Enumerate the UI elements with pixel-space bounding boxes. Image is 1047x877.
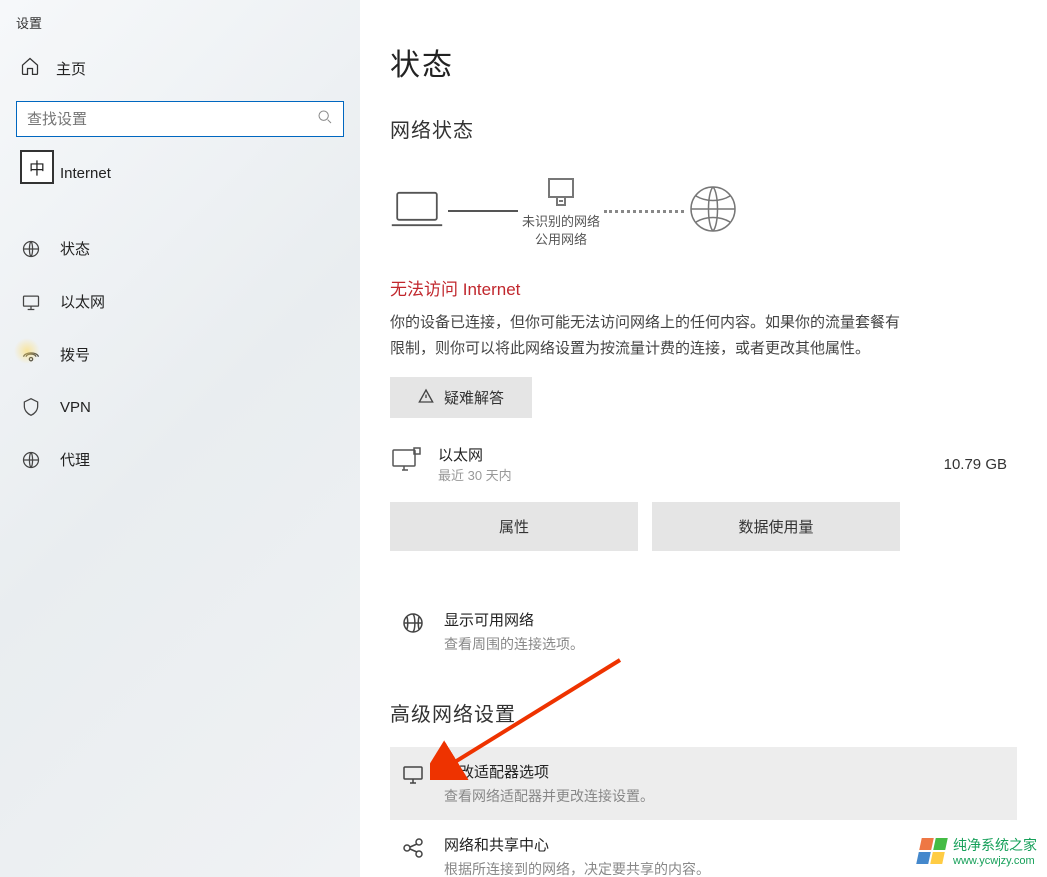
home-icon [20, 56, 40, 81]
proxy-icon [20, 450, 42, 470]
category-label: Internet [0, 147, 360, 192]
watermark-url: www.ycwjzy.com [953, 855, 1037, 867]
adapter-options-text: 更改适配器选项 查看网络适配器并更改连接设置。 [444, 761, 654, 806]
sidebar-item-proxy[interactable]: 代理 [0, 433, 360, 486]
network-diagram: 未识别的网络 公用网络 [390, 163, 1017, 257]
node-caption: 未识别的网络 公用网络 [522, 213, 600, 249]
sidebar-item-dialup[interactable]: 拨号 [0, 328, 360, 381]
ethernet-subtitle: 最近 30 天内 [438, 465, 928, 484]
watermark: 纯净系统之家 www.ycwjzy.com [919, 835, 1037, 867]
error-title: 无法访问 Internet [390, 275, 1017, 300]
search-input[interactable] [27, 111, 317, 128]
sidebar-item-label: 状态 [60, 238, 90, 259]
sidebar: 设置 主页 中 Internet 状态 以太网 拨号 V [0, 0, 360, 877]
sidebar-item-label: 以太网 [60, 291, 105, 312]
nav-items: 状态 以太网 拨号 VPN 代理 [0, 222, 360, 486]
adapter-options-subtitle: 查看网络适配器并更改连接设置。 [444, 786, 654, 806]
show-networks-title: 显示可用网络 [444, 609, 584, 630]
page-title: 状态 [390, 40, 1017, 84]
sharing-icon [398, 834, 428, 860]
ethernet-usage-row: 以太网 最近 30 天内 10.79 GB [390, 444, 1017, 484]
node-caption-line1: 未识别的网络 [522, 214, 600, 229]
properties-button[interactable]: 属性 [390, 502, 638, 551]
connection-line-dotted [604, 210, 684, 213]
ethernet-icon [20, 292, 42, 312]
search-box[interactable] [16, 101, 344, 137]
adapter-options-row[interactable]: 更改适配器选项 查看网络适配器并更改连接设置。 [390, 747, 1017, 820]
ethernet-info: 以太网 最近 30 天内 [438, 444, 928, 484]
globe-icon [688, 184, 738, 239]
adapter-icon [398, 761, 428, 787]
watermark-text: 纯净系统之家 www.ycwjzy.com [953, 835, 1037, 867]
watermark-logo-icon [916, 838, 948, 864]
laptop-icon [390, 189, 444, 234]
router-icon [543, 173, 579, 209]
show-networks-text: 显示可用网络 查看周围的连接选项。 [444, 609, 584, 654]
ime-badge[interactable]: 中 [20, 150, 54, 184]
monitor-icon [390, 446, 422, 483]
troubleshoot-label: 疑难解答 [444, 387, 504, 408]
advanced-heading: 高级网络设置 [390, 698, 1017, 727]
sharing-center-text: 网络和共享中心 根据所连接到的网络，决定要共享的内容。 [444, 834, 710, 877]
sharing-center-title: 网络和共享中心 [444, 834, 710, 855]
status-icon [20, 239, 42, 259]
sidebar-item-ethernet[interactable]: 以太网 [0, 275, 360, 328]
warning-icon [418, 388, 434, 408]
ethernet-name: 以太网 [438, 444, 928, 465]
dialup-icon [20, 345, 42, 365]
node-caption-line2: 公用网络 [535, 232, 587, 247]
watermark-name: 纯净系统之家 [953, 835, 1037, 855]
button-row: 属性 数据使用量 [390, 502, 1017, 551]
show-networks-row[interactable]: 显示可用网络 查看周围的连接选项。 [390, 595, 1017, 668]
main-content: 状态 网络状态 未识别的网络 公用网络 无法访问 Internet 你的设备已连… [360, 0, 1047, 877]
sidebar-item-label: 拨号 [60, 344, 90, 365]
search-container [0, 97, 360, 147]
connection-line-solid [448, 210, 518, 212]
settings-label: 设置 [0, 5, 360, 40]
sidebar-item-label: VPN [60, 399, 91, 416]
sidebar-item-label: 代理 [60, 449, 90, 470]
network-node: 未识别的网络 公用网络 [522, 173, 600, 249]
home-label: 主页 [56, 58, 86, 79]
sharing-center-subtitle: 根据所连接到的网络，决定要共享的内容。 [444, 859, 710, 877]
ethernet-usage-value: 10.79 GB [944, 456, 1007, 473]
vpn-icon [20, 397, 42, 417]
troubleshoot-button[interactable]: 疑难解答 [390, 377, 532, 418]
adapter-options-title: 更改适配器选项 [444, 761, 654, 782]
error-description: 你的设备已连接，但你可能无法访问网络上的任何内容。如果你的流量套餐有限制，则你可… [390, 310, 900, 361]
sidebar-item-vpn[interactable]: VPN [0, 381, 360, 433]
wifi-globe-icon [398, 609, 428, 635]
sidebar-item-status[interactable]: 状态 [0, 222, 360, 275]
show-networks-subtitle: 查看周围的连接选项。 [444, 634, 584, 654]
search-icon [317, 109, 333, 130]
home-button[interactable]: 主页 [0, 40, 360, 97]
data-usage-button[interactable]: 数据使用量 [652, 502, 900, 551]
network-status-heading: 网络状态 [390, 114, 1017, 143]
